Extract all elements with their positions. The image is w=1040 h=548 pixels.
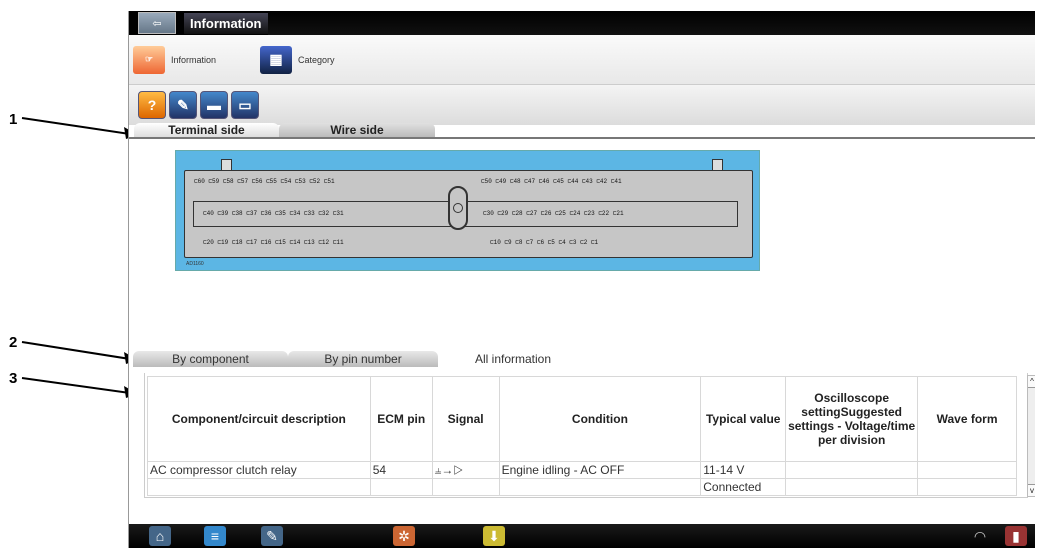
- connector-label: AD1160: [186, 261, 204, 267]
- folder-icon[interactable]: ▬: [200, 91, 228, 119]
- grid-icon: ▦: [260, 45, 293, 74]
- pin-row-2-left: ⊏40 ⊏39 ⊏38 ⊏37 ⊏36 ⊏35 ⊏34 ⊏33 ⊏32 ⊏31: [203, 210, 344, 217]
- home-icon[interactable]: ⌂: [149, 526, 171, 546]
- book-icon[interactable]: ✎: [169, 91, 197, 119]
- tab-all-information[interactable]: All information: [438, 351, 588, 367]
- taskbar: ⌂ ≡ ✎ ✲ ⬇ ◠ ▮: [129, 524, 1035, 548]
- connector-lock: [448, 186, 468, 230]
- toolbar: ? ✎ ▬ ▭: [129, 85, 1035, 125]
- cell-wave-form: [917, 478, 1017, 496]
- cell-typical-value: Connected: [700, 478, 787, 496]
- col-header-oscilloscope: Oscilloscope settingSuggested settings -…: [785, 376, 919, 462]
- pin-row-3-left: ⊏20 ⊏19 ⊏18 ⊏17 ⊏16 ⊏15 ⊏14 ⊏13 ⊏12 ⊏11: [203, 239, 344, 246]
- window-title: Information: [184, 12, 268, 34]
- tab-terminal-side[interactable]: Terminal side: [134, 123, 279, 137]
- tab-wire-side[interactable]: Wire side: [279, 123, 435, 137]
- folder-open-icon[interactable]: ▭: [231, 91, 259, 119]
- cell-condition: [498, 478, 702, 496]
- table-tabs: By component By pin number All informati…: [133, 351, 588, 367]
- table-scrollbar[interactable]: ^ v: [1027, 375, 1035, 497]
- cell-condition: Engine idling - AC OFF: [498, 461, 702, 479]
- cell-oscilloscope: [785, 478, 919, 496]
- battery-icon: ▮: [1005, 526, 1027, 546]
- information-button[interactable]: ☞ Information: [133, 45, 217, 74]
- information-label: Information: [171, 54, 217, 65]
- col-header-ecm-pin: ECM pin: [369, 376, 433, 462]
- wifi-icon: ◠: [973, 527, 987, 544]
- callout-2-arrow: [21, 341, 138, 364]
- cell-description: AC compressor clutch relay: [147, 461, 371, 479]
- callout-3-arrow: [21, 377, 138, 398]
- category-button[interactable]: ▦ Category: [260, 45, 335, 74]
- connector-diagram: ⊏60 ⊏59 ⊏58 ⊏57 ⊏56 ⊏55 ⊏54 ⊏53 ⊏52 ⊏51 …: [175, 150, 760, 271]
- top-nav: ☞ Information ▦ Category: [129, 35, 1035, 85]
- cell-ecm-pin: 54: [369, 461, 433, 479]
- tab-by-pin-number[interactable]: By pin number: [288, 351, 438, 367]
- scroll-up-icon[interactable]: ^: [1028, 376, 1035, 388]
- scroll-down-icon[interactable]: v: [1028, 484, 1035, 496]
- list-icon[interactable]: ≡: [204, 526, 226, 546]
- app-window: ⇦ Information ☞ Information ▦ Category ?…: [128, 11, 1035, 548]
- tab-by-component[interactable]: By component: [133, 351, 288, 367]
- cell-signal: [431, 478, 500, 496]
- col-header-typical-value: Typical value: [700, 376, 787, 462]
- help-icon[interactable]: ?: [138, 91, 166, 119]
- cell-typical-value: 11-14 V: [700, 461, 787, 479]
- callout-1-arrow: [21, 117, 138, 139]
- cell-oscilloscope: [785, 461, 919, 479]
- col-header-condition: Condition: [498, 376, 702, 462]
- callout-1: 1: [9, 111, 18, 128]
- tools-icon[interactable]: ✲: [393, 526, 415, 546]
- col-header-signal: Signal: [431, 376, 500, 462]
- callout-2: 2: [9, 334, 18, 351]
- col-header-wave-form: Wave form: [917, 376, 1017, 462]
- information-icon: ☞: [133, 45, 165, 74]
- cell-signal: ⫨→▷: [431, 461, 500, 479]
- pin-row-1-left: ⊏60 ⊏59 ⊏58 ⊏57 ⊏56 ⊏55 ⊏54 ⊏53 ⊏52 ⊏51: [194, 178, 335, 185]
- wrench-icon[interactable]: ✎: [261, 526, 283, 546]
- pin-row-1-right: ⊏50 ⊏49 ⊏48 ⊏47 ⊏46 ⊏45 ⊏44 ⊏43 ⊏42 ⊏41: [481, 178, 622, 185]
- category-label: Category: [298, 54, 335, 65]
- pin-row-3-right: ⊏10 ⊏9 ⊏8 ⊏7 ⊏6 ⊏5 ⊏4 ⊏3 ⊏2 ⊏1: [490, 239, 599, 246]
- pin-row-2-right: ⊏30 ⊏29 ⊏28 ⊏27 ⊏26 ⊏25 ⊏24 ⊏23 ⊏22 ⊏21: [483, 210, 624, 217]
- info-table: Component/circuit description ECM pin Si…: [147, 376, 1017, 496]
- title-bar: ⇦ Information: [129, 11, 1035, 35]
- table-row[interactable]: AC compressor clutch relay 54 ⫨→▷ Engine…: [147, 461, 1017, 479]
- view-tabs: Terminal side Wire side: [129, 123, 1035, 139]
- cell-ecm-pin: [369, 478, 433, 496]
- cell-wave-form: [917, 461, 1017, 479]
- table-row[interactable]: Connected: [147, 478, 1017, 496]
- callout-3: 3: [9, 370, 18, 387]
- connector-body: ⊏60 ⊏59 ⊏58 ⊏57 ⊏56 ⊏55 ⊏54 ⊏53 ⊏52 ⊏51 …: [184, 170, 753, 258]
- col-header-description: Component/circuit description: [147, 376, 371, 462]
- info-table-panel: Component/circuit description ECM pin Si…: [144, 373, 1028, 498]
- download-icon[interactable]: ⬇: [483, 526, 505, 546]
- back-icon[interactable]: ⇦: [138, 12, 176, 34]
- table-header-row: Component/circuit description ECM pin Si…: [147, 376, 1017, 462]
- cell-description: [147, 478, 371, 496]
